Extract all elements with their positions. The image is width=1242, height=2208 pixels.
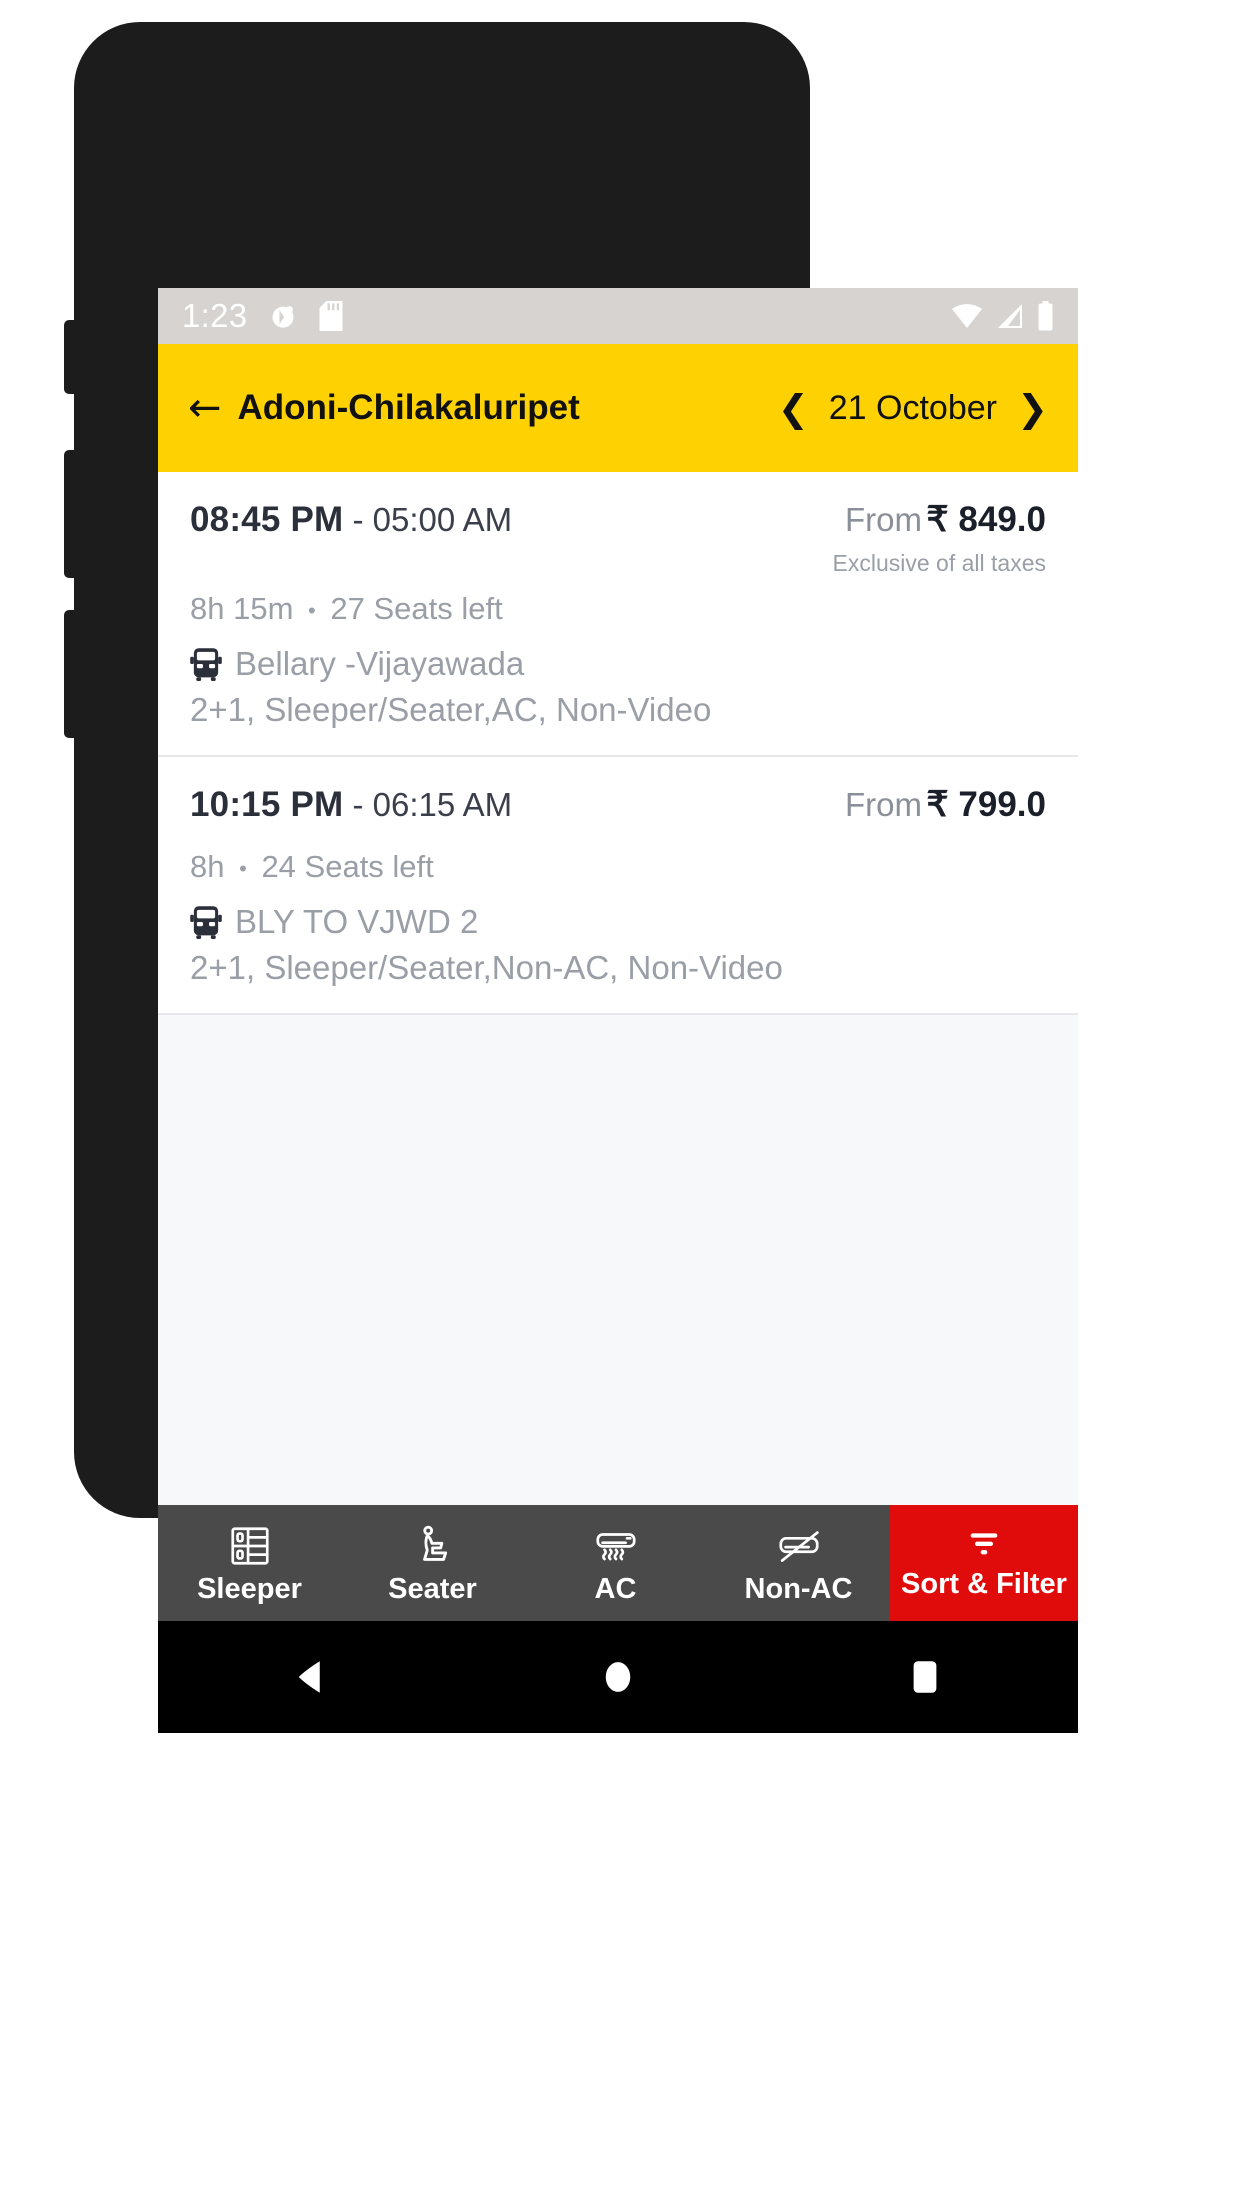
trip-duration: 8h [190, 849, 225, 884]
filter-funnel-icon [964, 1528, 1004, 1562]
seats-left: 27 Seats left [330, 591, 503, 626]
arrival-time: 06:15 AM [372, 786, 513, 823]
sleeper-berth-icon [227, 1523, 273, 1569]
date-navigator: ❮ 21 October ❯ [778, 389, 1048, 428]
filter-seater[interactable]: Seater [341, 1505, 524, 1621]
back-arrow-icon[interactable]: ← [188, 388, 222, 428]
filter-ac[interactable]: AC [524, 1505, 707, 1621]
filter-ac-label: AC [594, 1572, 637, 1605]
bus-amenities: 2+1, Sleeper/Seater,Non-AC, Non-Video [190, 949, 783, 986]
bus-icon [190, 905, 222, 939]
status-bar: 1:23 [158, 288, 1078, 344]
filter-seater-label: Seater [388, 1572, 477, 1605]
app-bar: ← Adoni-Chilakaluripet ❮ 21 October ❯ [158, 344, 1078, 472]
wifi-icon [951, 303, 983, 329]
nav-home-icon[interactable] [465, 1656, 772, 1698]
arrival-time: 05:00 AM [372, 501, 513, 538]
departure-time: 08:45 PM [190, 500, 344, 539]
filter-non-ac-label: Non-AC [744, 1572, 853, 1605]
bullet-separator: • [308, 597, 316, 623]
bus-operator-row: Bellary -Vijayawada [190, 645, 1046, 683]
bus-price-block: From ₹ 849.0 Exclusive of all taxes [833, 500, 1046, 577]
bus-time-block: 10:15 PM - 06:15 AM [190, 785, 845, 825]
seats-left: 24 Seats left [261, 849, 434, 884]
sd-card-icon [319, 301, 343, 331]
quick-filter-bar: Sleeper Seater AC Non-AC Sort & Filter [158, 1505, 1078, 1621]
chevron-right-icon[interactable]: ❯ [1017, 390, 1048, 427]
time-separator: - [343, 501, 373, 538]
bus-card-header: 10:15 PM - 06:15 AM From ₹ 799.0 [190, 785, 1046, 835]
nav-back-icon[interactable] [158, 1656, 465, 1698]
status-bar-left-group: 1:23 [182, 297, 343, 335]
filter-sleeper[interactable]: Sleeper [158, 1505, 341, 1621]
operator-name: BLY TO VJWD 2 [235, 903, 479, 940]
sort-and-filter-label: Sort & Filter [901, 1567, 1067, 1600]
filter-sleeper-label: Sleeper [197, 1572, 302, 1605]
nav-recents-icon[interactable] [771, 1656, 1078, 1698]
bus-icon [190, 647, 222, 681]
bus-card-header: 08:45 PM - 05:00 AM From ₹ 849.0 Exclusi… [190, 500, 1046, 577]
phone-screen: 1:23 ← Adoni-Chilakaluripet ❮ 21 October… [158, 288, 1078, 2000]
bus-duration-seats-row: 8h 15m • 27 Seats left [190, 591, 1046, 627]
status-bar-clock: 1:23 [182, 297, 248, 334]
tax-note: Exclusive of all taxes [832, 550, 1046, 576]
air-conditioner-icon [593, 1523, 639, 1569]
bus-result-card[interactable]: 08:45 PM - 05:00 AM From ₹ 849.0 Exclusi… [158, 472, 1078, 757]
price-amount: ₹ 849.0 [926, 500, 1046, 539]
bus-duration-seats-row: 8h • 24 Seats left [190, 849, 1046, 885]
price-prefix-label: From [844, 786, 922, 823]
air-conditioner-off-icon [776, 1523, 822, 1569]
bullet-separator: • [239, 855, 247, 881]
price-prefix-label: From [844, 501, 922, 538]
bus-operator-row: BLY TO VJWD 2 [190, 903, 1046, 941]
page-title: Adoni-Chilakaluripet [237, 388, 580, 427]
selected-date-label[interactable]: 21 October [829, 389, 997, 428]
chevron-left-icon[interactable]: ❮ [778, 390, 809, 427]
trip-duration: 8h 15m [190, 591, 294, 626]
bus-results-list: 08:45 PM - 05:00 AM From ₹ 849.0 Exclusi… [158, 472, 1078, 1015]
phone-side-button-top[interactable] [64, 320, 78, 394]
phone-volume-up-button[interactable] [64, 450, 78, 578]
contacts-sync-icon [269, 302, 297, 330]
phone-volume-down-button[interactable] [64, 610, 78, 738]
battery-icon [1037, 301, 1054, 331]
bus-result-card[interactable]: 10:15 PM - 06:15 AM From ₹ 799.0 8h • 24… [158, 757, 1078, 1015]
bus-time-block: 08:45 PM - 05:00 AM [190, 500, 833, 540]
status-bar-right-group [951, 301, 1054, 331]
price-amount: ₹ 799.0 [926, 785, 1046, 824]
filter-non-ac[interactable]: Non-AC [707, 1505, 890, 1621]
bus-price-block: From ₹ 799.0 [845, 785, 1046, 835]
sort-and-filter-button[interactable]: Sort & Filter [890, 1505, 1078, 1621]
cellular-signal-icon [996, 303, 1024, 329]
operator-name: Bellary -Vijayawada [235, 645, 525, 682]
seat-icon [410, 1523, 456, 1569]
time-separator: - [343, 786, 373, 823]
departure-time: 10:15 PM [190, 785, 344, 824]
bus-amenities: 2+1, Sleeper/Seater,AC, Non-Video [190, 691, 712, 728]
android-navigation-bar [158, 1621, 1078, 1733]
empty-list-area [158, 1015, 1078, 1505]
